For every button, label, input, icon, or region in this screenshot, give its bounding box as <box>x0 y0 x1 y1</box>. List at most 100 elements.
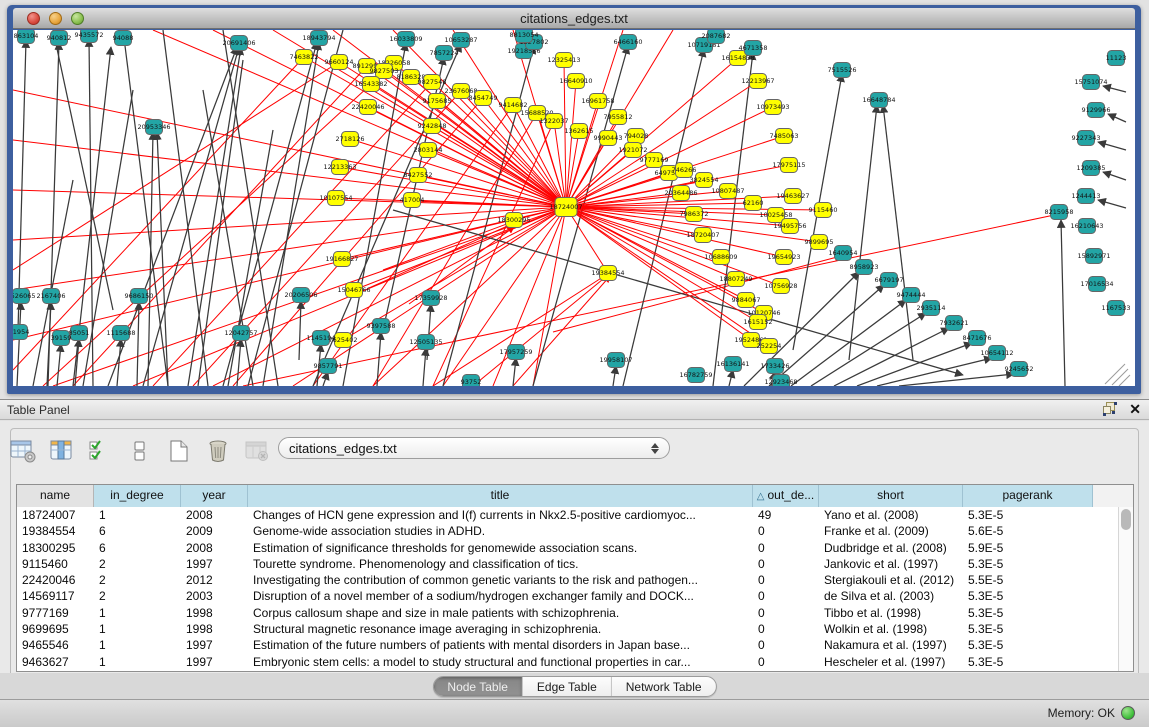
tab-node-table[interactable]: Node Table <box>433 677 523 696</box>
graph-node[interactable]: 9990443 <box>594 131 623 146</box>
network-canvas[interactable]: 7463822966012489129941822605898275031654… <box>13 30 1135 386</box>
graph-node[interactable]: 19384554 <box>591 266 624 281</box>
cell-pagerank[interactable]: 5.3E-5 <box>963 621 1093 637</box>
column-header-short[interactable]: short <box>819 485 963 507</box>
cell-pagerank[interactable]: 5.3E-5 <box>963 588 1093 604</box>
graph-node[interactable]: 12042757 <box>224 326 257 341</box>
cell-in-degree[interactable]: 2 <box>94 572 181 588</box>
cell-out-de-[interactable]: 49 <box>753 507 819 523</box>
graph-node[interactable]: 91954 <box>13 325 29 340</box>
cell-out-de-[interactable]: 0 <box>753 605 819 621</box>
graph-node[interactable]: 20953346 <box>137 120 170 135</box>
graph-node[interactable]: 12325413 <box>547 53 580 68</box>
cell-short[interactable]: Yano et al. (2008) <box>819 507 963 523</box>
cell-name[interactable]: 22420046 <box>17 572 94 588</box>
graph-node[interactable]: 8958923 <box>850 260 879 275</box>
column-header-title[interactable]: title <box>248 485 753 507</box>
graph-node[interactable]: 10654112 <box>980 346 1013 361</box>
cell-title[interactable]: Estimation of significance thresholds fo… <box>248 540 753 556</box>
graph-node[interactable]: 794028 <box>624 129 649 144</box>
column-header-in-degree[interactable]: in_degree <box>94 485 181 507</box>
graph-node[interactable]: 9129966 <box>1082 103 1111 118</box>
graph-node[interactable]: 10756928 <box>764 279 797 294</box>
table-options-icon[interactable] <box>8 437 38 465</box>
cell-name[interactable]: 18724007 <box>17 507 94 523</box>
cell-short[interactable]: Dudbridge et al. (2008) <box>819 540 963 556</box>
graph-node[interactable]: 2167406 <box>37 289 66 304</box>
graph-node[interactable]: 11123 <box>1106 51 1127 66</box>
graph-node[interactable]: 7485063 <box>770 129 799 144</box>
table-row[interactable]: 1872400712008Changes of HCN gene express… <box>17 507 1133 523</box>
graph-node[interactable]: 18943794 <box>302 31 335 46</box>
scrollbar-thumb[interactable] <box>1121 509 1131 530</box>
cell-out-de-[interactable]: 0 <box>753 572 819 588</box>
cell-out-de-[interactable]: 0 <box>753 654 819 670</box>
cell-year[interactable]: 2008 <box>181 507 248 523</box>
table-vertical-scrollbar[interactable] <box>1118 507 1133 671</box>
graph-node[interactable]: 940812 <box>47 31 72 46</box>
column-header-out-de-[interactable]: △out_de... <box>753 485 819 507</box>
cell-title[interactable]: Changes of HCN gene expression and I(f) … <box>248 507 753 523</box>
cell-in-degree[interactable]: 1 <box>94 605 181 621</box>
table-row[interactable]: 969969511998Structural magnetic resonanc… <box>17 621 1133 637</box>
cell-pagerank[interactable]: 5.5E-5 <box>963 572 1093 588</box>
graph-node[interactable]: 18720407 <box>686 228 719 243</box>
cell-in-degree[interactable]: 6 <box>94 540 181 556</box>
network-window-titlebar[interactable]: citations_edges.txt <box>13 8 1135 29</box>
cell-out-de-[interactable]: 0 <box>753 637 819 653</box>
graph-node[interactable]: 94088 <box>113 31 134 46</box>
cell-name[interactable]: 18300295 <box>17 540 94 556</box>
table-row[interactable]: 946554611997Estimation of the future num… <box>17 637 1133 653</box>
cell-short[interactable]: de Silva et al. (2003) <box>819 588 963 604</box>
graph-node[interactable]: 85051 <box>69 326 90 341</box>
cell-name[interactable]: 14569117 <box>17 588 94 604</box>
cell-in-degree[interactable]: 6 <box>94 523 181 539</box>
column-header-pagerank[interactable]: pagerank <box>963 485 1093 507</box>
table-row[interactable]: 1830029562008Estimation of significance … <box>17 540 1133 556</box>
graph-node[interactable]: 417004 <box>400 193 425 208</box>
column-header-year[interactable]: year <box>181 485 248 507</box>
cell-title[interactable]: Structural magnetic resonance image aver… <box>248 621 753 637</box>
delete-column-icon[interactable] <box>203 437 233 465</box>
graph-node[interactable]: 93752 <box>461 375 482 387</box>
cell-pagerank[interactable]: 5.3E-5 <box>963 605 1093 621</box>
graph-node[interactable]: 1167533 <box>1102 301 1131 316</box>
cell-year[interactable]: 1998 <box>181 621 248 637</box>
cell-out-de-[interactable]: 0 <box>753 556 819 572</box>
cell-title[interactable]: Tourette syndrome. Phenomenology and cla… <box>248 556 753 572</box>
cell-title[interactable]: Estimation of the future numbers of pati… <box>248 637 753 653</box>
graph-node[interactable]: 16136141 <box>716 357 749 372</box>
cell-short[interactable]: Stergiakouli et al. (2012) <box>819 572 963 588</box>
cell-in-degree[interactable]: 1 <box>94 621 181 637</box>
graph-node[interactable]: 1244413 <box>1072 189 1101 204</box>
cell-name[interactable]: 9465546 <box>17 637 94 653</box>
graph-node[interactable]: 9227343 <box>1072 131 1101 146</box>
cell-year[interactable]: 1997 <box>181 556 248 572</box>
graph-node[interactable]: 10807487 <box>711 184 744 199</box>
graph-node[interactable]: 3824554 <box>690 173 719 188</box>
memory-ok-icon[interactable] <box>1121 706 1135 720</box>
cell-year[interactable]: 2003 <box>181 588 248 604</box>
cell-in-degree[interactable]: 1 <box>94 654 181 670</box>
graph-node[interactable]: 9115460 <box>809 203 838 218</box>
cell-short[interactable]: Jankovic et al. (1997) <box>819 556 963 572</box>
cell-in-degree[interactable]: 2 <box>94 588 181 604</box>
graph-node[interactable]: 20206506 <box>284 288 317 303</box>
cell-pagerank[interactable]: 5.3E-5 <box>963 654 1093 670</box>
column-header-name[interactable]: name <box>17 485 94 507</box>
cell-title[interactable]: Embryonic stem cells: a model to study s… <box>248 654 753 670</box>
cell-pagerank[interactable]: 5.3E-5 <box>963 556 1093 572</box>
cell-name[interactable]: 9699695 <box>17 621 94 637</box>
cell-pagerank[interactable]: 5.6E-5 <box>963 523 1093 539</box>
graph-node[interactable]: 1209385 <box>1077 161 1106 176</box>
graph-node[interactable]: 2526065 <box>13 289 35 304</box>
cell-title[interactable]: Corpus callosum shape and size in male p… <box>248 605 753 621</box>
tab-edge-table[interactable]: Edge Table <box>523 677 612 696</box>
table-row[interactable]: 1456911722003Disruption of a novel membe… <box>17 588 1133 604</box>
graph-node[interactable]: 2935114 <box>917 301 946 316</box>
graph-node[interactable]: 12923468 <box>764 375 797 387</box>
graph-node[interactable]: 7932621 <box>940 316 969 331</box>
cell-short[interactable]: Hescheler et al. (1997) <box>819 654 963 670</box>
graph-node[interactable]: 1115688 <box>107 326 136 341</box>
graph-node[interactable]: 9435572 <box>75 30 104 43</box>
